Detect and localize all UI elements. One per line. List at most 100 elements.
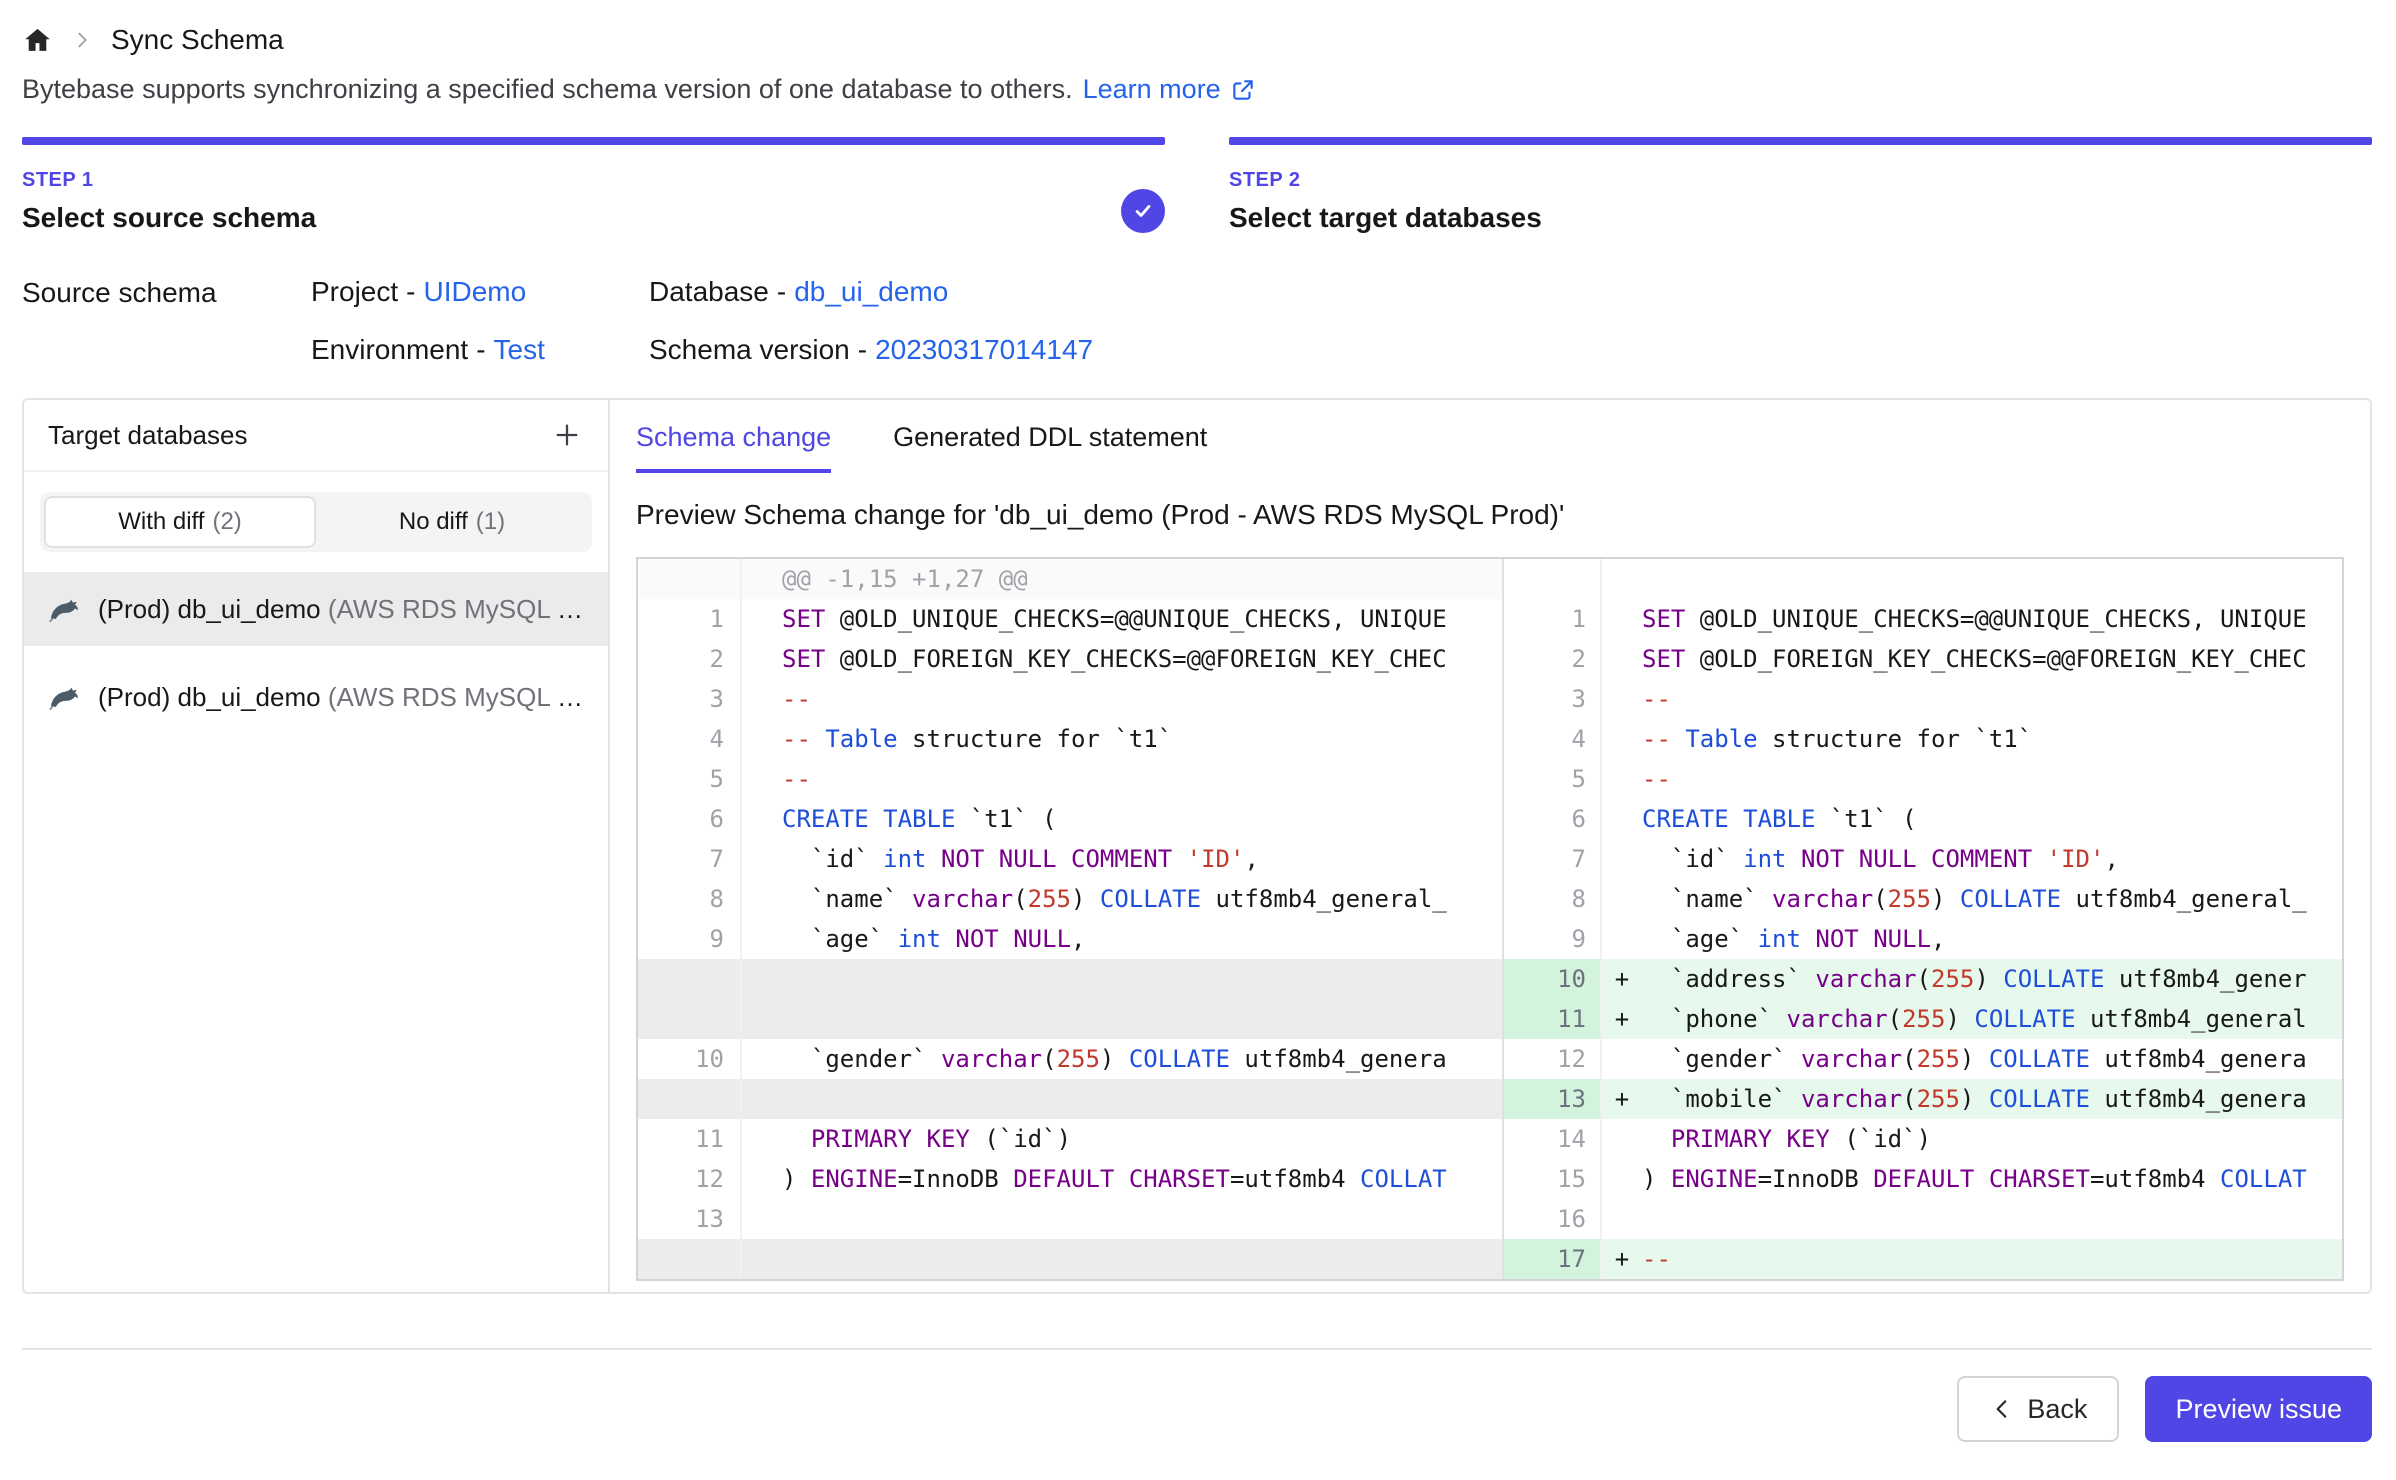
diff-marker-left xyxy=(742,679,782,719)
page-title: Sync Schema xyxy=(111,24,284,56)
field-label: Project xyxy=(311,276,398,307)
right-code: `phone` varchar(255) COLLATE utf8mb4_gen… xyxy=(1642,999,2342,1039)
schema-version-link[interactable]: 20230317014147 xyxy=(875,334,1093,365)
right-code: `gender` varchar(255) COLLATE utf8mb4_ge… xyxy=(1642,1039,2342,1079)
right-line-number: 11 xyxy=(1502,999,1602,1039)
diff-marker-right xyxy=(1602,1199,1642,1239)
footer-actions: Back Preview issue xyxy=(22,1350,2372,1442)
left-code xyxy=(782,1239,1502,1279)
left-line-number: 6 xyxy=(638,799,742,839)
tab-no-diff[interactable]: No diff (1) xyxy=(316,496,588,548)
diff-added-row: 13+ `mobile` varchar(255) COLLATE utf8mb… xyxy=(638,1079,2342,1119)
left-line-number: 13 xyxy=(638,1199,742,1239)
left-line-number xyxy=(638,1079,742,1119)
preview-issue-button[interactable]: Preview issue xyxy=(2145,1376,2372,1442)
field-label: Database xyxy=(649,276,769,307)
home-icon[interactable] xyxy=(22,25,53,56)
add-target-database-button[interactable] xyxy=(544,412,590,458)
right-code: SET @OLD_UNIQUE_CHECKS=@@UNIQUE_CHECKS, … xyxy=(1642,599,2342,639)
left-code: `age` int NOT NULL, xyxy=(782,919,1502,959)
database-name: db_ui_demo xyxy=(177,594,320,624)
left-line-number: 5 xyxy=(638,759,742,799)
diff-marker-right xyxy=(1602,799,1642,839)
right-code: CREATE TABLE `t1` ( xyxy=(1642,799,2342,839)
right-line-number: 6 xyxy=(1502,799,1602,839)
diff-marker-right xyxy=(1602,1039,1642,1079)
diff-marker-right xyxy=(1602,759,1642,799)
left-code: SET @OLD_UNIQUE_CHECKS=@@UNIQUE_CHECKS, … xyxy=(782,599,1502,639)
tab-generated-ddl[interactable]: Generated DDL statement xyxy=(893,422,1207,473)
diff-context-row: 1316 xyxy=(638,1199,2342,1239)
diff-marker-left xyxy=(742,559,782,599)
diff-context-row: 10 `gender` varchar(255) COLLATE utf8mb4… xyxy=(638,1039,2342,1079)
no-diff-count: (1) xyxy=(476,508,505,536)
step-1-source-schema[interactable]: STEP 1 Select source schema xyxy=(22,137,1165,234)
learn-more-link[interactable]: Learn more xyxy=(1083,74,1256,105)
database-link[interactable]: db_ui_demo xyxy=(794,276,948,307)
back-button[interactable]: Back xyxy=(1957,1376,2119,1442)
database-list-item[interactable]: (Prod) db_ui_demo (AWS RDS MySQL Prod) xyxy=(24,660,608,734)
left-line-number: 1 xyxy=(638,599,742,639)
database-detail: (AWS RDS MySQL Prod) xyxy=(328,682,584,712)
diff-added-row: 10+ `address` varchar(255) COLLATE utf8m… xyxy=(638,959,2342,999)
right-line-number: 4 xyxy=(1502,719,1602,759)
right-line-number: 5 xyxy=(1502,759,1602,799)
source-schema-fields: Project-UIDemo Database-db_ui_demo Envir… xyxy=(311,276,1093,366)
database-environment: (Prod) xyxy=(98,682,170,712)
database-list-item[interactable]: (Prod) db_ui_demo (AWS RDS MySQL Prod) xyxy=(24,572,608,646)
target-database-list: (Prod) db_ui_demo (AWS RDS MySQL Prod)(P… xyxy=(24,572,608,1292)
diff-marker-right xyxy=(1602,599,1642,639)
step-2-progress-bar xyxy=(1229,137,2372,145)
right-code: `name` varchar(255) COLLATE utf8mb4_gene… xyxy=(1642,879,2342,919)
project-link[interactable]: UIDemo xyxy=(423,276,526,307)
diff-context-row: 11 PRIMARY KEY (`id`)14 PRIMARY KEY (`id… xyxy=(638,1119,2342,1159)
tab-with-diff[interactable]: With diff (2) xyxy=(44,496,316,548)
right-line-number: 7 xyxy=(1502,839,1602,879)
diff-hunk-header-row: @@ -1,15 +1,27 @@ xyxy=(638,559,2342,599)
right-line-number: 15 xyxy=(1502,1159,1602,1199)
right-code: ) ENGINE=InnoDB DEFAULT CHARSET=utf8mb4 … xyxy=(1642,1159,2342,1199)
left-line-number: 3 xyxy=(638,679,742,719)
step-2-target-databases[interactable]: STEP 2 Select target databases xyxy=(1229,137,2372,234)
diff-added-row: 17+-- xyxy=(638,1239,2342,1279)
tab-schema-change[interactable]: Schema change xyxy=(636,422,831,473)
left-code: ) ENGINE=InnoDB DEFAULT CHARSET=utf8mb4 … xyxy=(782,1159,1502,1199)
right-code: -- xyxy=(1642,679,2342,719)
sync-panel: Target databases With diff (2) No diff (… xyxy=(22,398,2372,1294)
check-circle-icon xyxy=(1121,189,1165,233)
right-code: `address` varchar(255) COLLATE utf8mb4_g… xyxy=(1642,959,2342,999)
diff-context-row: 3--3-- xyxy=(638,679,2342,719)
left-code: -- xyxy=(782,679,1502,719)
diff-marker-right xyxy=(1602,879,1642,919)
diff-context-row: 4-- Table structure for `t1`4-- Table st… xyxy=(638,719,2342,759)
target-databases-header: Target databases xyxy=(24,400,608,472)
database-item-label: (Prod) db_ui_demo (AWS RDS MySQL Prod) xyxy=(98,682,584,713)
left-line-number: 11 xyxy=(638,1119,742,1159)
diff-context-row: 1 SET @OLD_UNIQUE_CHECKS=@@UNIQUE_CHECKS,… xyxy=(638,599,2342,639)
diff-marker-right: + xyxy=(1602,999,1642,1039)
with-diff-count: (2) xyxy=(212,508,241,536)
preview-tabs: Schema change Generated DDL statement xyxy=(636,422,2344,473)
diff-marker-right xyxy=(1602,1159,1642,1199)
right-code: `id` int NOT NULL COMMENT 'ID', xyxy=(1642,839,2342,879)
diff-marker-left xyxy=(742,1039,782,1079)
diff-context-row: 6CREATE TABLE `t1` (6CREATE TABLE `t1` ( xyxy=(638,799,2342,839)
diff-marker-right xyxy=(1602,839,1642,879)
right-code xyxy=(1642,559,2342,599)
right-line-number: 14 xyxy=(1502,1119,1602,1159)
diff-marker-left xyxy=(742,999,782,1039)
field-project: Project-UIDemo xyxy=(311,276,649,308)
environment-link[interactable]: Test xyxy=(494,334,545,365)
sync-schema-page: Sync Schema Bytebase supports synchroniz… xyxy=(0,0,2396,1442)
chevron-left-icon xyxy=(1989,1396,2015,1422)
chevron-right-icon xyxy=(71,29,93,51)
left-code xyxy=(782,959,1502,999)
intro-text: Bytebase supports synchronizing a specif… xyxy=(22,74,1073,105)
database-item-label: (Prod) db_ui_demo (AWS RDS MySQL Prod) xyxy=(98,594,584,625)
step-1-title: Select source schema xyxy=(22,202,1165,234)
source-schema-label: Source schema xyxy=(22,276,311,366)
left-code xyxy=(782,999,1502,1039)
right-code: SET @OLD_FOREIGN_KEY_CHECKS=@@FOREIGN_KE… xyxy=(1642,639,2342,679)
field-environment: Environment-Test xyxy=(311,334,649,366)
field-label: Environment xyxy=(311,334,468,365)
